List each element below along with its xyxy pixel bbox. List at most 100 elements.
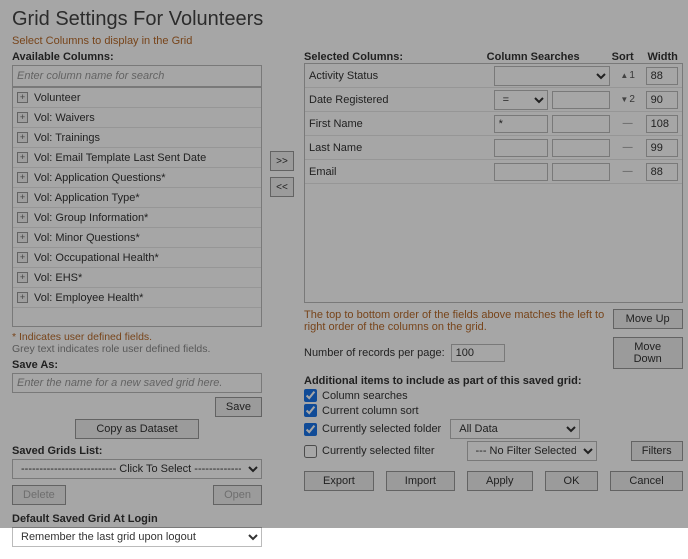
search-value-input[interactable] — [552, 163, 610, 181]
saved-grids-label: Saved Grids List: — [12, 445, 262, 457]
expand-icon[interactable]: + — [17, 292, 28, 303]
search-select[interactable] — [494, 66, 610, 86]
copy-dataset-button[interactable]: Copy as Dataset — [75, 419, 198, 439]
filter-select[interactable]: --- No Filter Selected --- — [467, 441, 597, 461]
available-item[interactable]: + Vol: Occupational Health* — [13, 248, 261, 268]
role-note: Grey text indicates role user defined fi… — [12, 343, 262, 355]
expand-icon[interactable]: + — [17, 92, 28, 103]
selected-filter-checkbox[interactable] — [304, 445, 317, 458]
selected-item[interactable]: Last Name — — [305, 136, 682, 160]
search-value-input[interactable] — [552, 91, 610, 109]
search-op-input[interactable] — [494, 163, 548, 181]
save-as-input[interactable] — [12, 373, 262, 393]
apply-button[interactable]: Apply — [467, 471, 533, 491]
records-input[interactable] — [451, 344, 505, 362]
sort-header: Sort — [603, 51, 643, 63]
available-item-label: Vol: Application Type* — [34, 192, 140, 204]
width-input[interactable] — [646, 91, 678, 109]
open-button[interactable]: Open — [213, 485, 262, 505]
save-button[interactable]: Save — [215, 397, 262, 417]
available-item-label: Vol: Group Information* — [34, 212, 148, 224]
available-item[interactable]: + Vol: Employee Health* — [13, 288, 261, 308]
width-input[interactable] — [646, 163, 678, 181]
expand-icon[interactable]: + — [17, 112, 28, 123]
sort-indicator[interactable]: — — [614, 142, 642, 153]
column-searches-label: Column Searches — [487, 51, 603, 63]
sort-indicator[interactable]: — — [614, 118, 642, 129]
selected-folder-checkbox[interactable] — [304, 423, 317, 436]
expand-icon[interactable]: + — [17, 132, 28, 143]
expand-icon[interactable]: + — [17, 152, 28, 163]
available-search-input[interactable] — [12, 65, 262, 87]
search-op-input[interactable] — [494, 115, 548, 133]
additional-label: Additional items to include as part of t… — [304, 375, 683, 387]
move-down-button[interactable]: Move Down — [613, 337, 683, 369]
available-item-label: Vol: Application Questions* — [34, 172, 165, 184]
expand-icon[interactable]: + — [17, 272, 28, 283]
available-item[interactable]: + Vol: Trainings — [13, 128, 261, 148]
page-subtitle: Select Columns to display in the Grid — [12, 35, 676, 47]
width-input[interactable] — [646, 139, 678, 157]
delete-button[interactable]: Delete — [12, 485, 66, 505]
move-right-button[interactable]: >> — [270, 151, 294, 171]
width-input[interactable] — [646, 67, 678, 85]
width-input[interactable] — [646, 115, 678, 133]
available-item[interactable]: + Vol: EHS* — [13, 268, 261, 288]
expand-icon[interactable]: + — [17, 212, 28, 223]
ok-button[interactable]: OK — [545, 471, 599, 491]
selected-item[interactable]: Activity Status ▲ 1 — [305, 64, 682, 88]
selected-item-label: Activity Status — [309, 70, 490, 82]
expand-icon[interactable]: + — [17, 232, 28, 243]
sort-indicator[interactable]: — — [614, 166, 642, 177]
selected-item-label: First Name — [309, 118, 490, 130]
move-left-button[interactable]: << — [270, 177, 294, 197]
available-item-label: Vol: EHS* — [34, 272, 82, 284]
column-searches-checkbox[interactable] — [304, 389, 317, 402]
available-item-label: Vol: Occupational Health* — [34, 252, 159, 264]
filters-button[interactable]: Filters — [631, 441, 683, 461]
selected-item-label: Date Registered — [309, 94, 490, 106]
default-grid-select[interactable]: Remember the last grid upon logout — [12, 527, 262, 547]
folder-select[interactable]: All Data — [450, 419, 580, 439]
selected-item[interactable]: Date Registered = ▼ 2 — [305, 88, 682, 112]
selected-filter-text: Currently selected filter — [322, 445, 435, 457]
selected-item[interactable]: Email— — [305, 160, 682, 184]
available-item[interactable]: + Vol: Waivers — [13, 108, 261, 128]
selected-columns-list[interactable]: Activity Status ▲ 1 Date Registered = ▼ 2 Fir… — [304, 63, 683, 303]
available-item-label: Vol: Employee Health* — [34, 292, 143, 304]
default-grid-label: Default Saved Grid At Login — [12, 513, 262, 525]
search-value-input[interactable] — [552, 139, 610, 157]
selected-item-label: Last Name — [309, 142, 490, 154]
available-item-label: Vol: Waivers — [34, 112, 95, 124]
search-op-input[interactable] — [494, 139, 548, 157]
records-label: Number of records per page: — [304, 347, 445, 359]
sort-indicator[interactable]: ▲ 1 — [614, 70, 642, 81]
cancel-button[interactable]: Cancel — [610, 471, 682, 491]
current-sort-checkbox[interactable] — [304, 404, 317, 417]
available-item[interactable]: + Vol: Application Type* — [13, 188, 261, 208]
selected-item[interactable]: First Name — — [305, 112, 682, 136]
available-item[interactable]: + Vol: Email Template Last Sent Date — [13, 148, 261, 168]
width-header: Width — [643, 51, 683, 63]
expand-icon[interactable]: + — [17, 192, 28, 203]
available-item[interactable]: +Vol: Minor Questions* — [13, 228, 261, 248]
page-title: Grid Settings For Volunteers — [12, 8, 676, 31]
sort-indicator[interactable]: ▼ 2 — [614, 94, 642, 105]
saved-grids-select[interactable]: -------------------------- Click To Sele… — [12, 459, 262, 479]
available-item[interactable]: + Vol: Application Questions* — [13, 168, 261, 188]
save-as-label: Save As: — [12, 359, 262, 371]
export-button[interactable]: Export — [304, 471, 374, 491]
search-op-select[interactable]: = — [494, 90, 548, 110]
expand-icon[interactable]: + — [17, 172, 28, 183]
udf-note: * Indicates user defined fields. — [12, 331, 262, 343]
move-up-button[interactable]: Move Up — [613, 309, 683, 329]
available-item-label: Vol: Trainings — [34, 132, 100, 144]
available-columns-list[interactable]: +Volunteer+Vol: Waivers+Vol: Trainings+V… — [12, 87, 262, 327]
available-item[interactable]: +Volunteer — [13, 88, 261, 108]
available-item[interactable]: + Vol: Group Information* — [13, 208, 261, 228]
available-item-label: Vol: Email Template Last Sent Date — [34, 152, 206, 164]
search-value-input[interactable] — [552, 115, 610, 133]
expand-icon[interactable]: + — [17, 252, 28, 263]
import-button[interactable]: Import — [386, 471, 455, 491]
column-searches-text: Column searches — [322, 390, 408, 402]
